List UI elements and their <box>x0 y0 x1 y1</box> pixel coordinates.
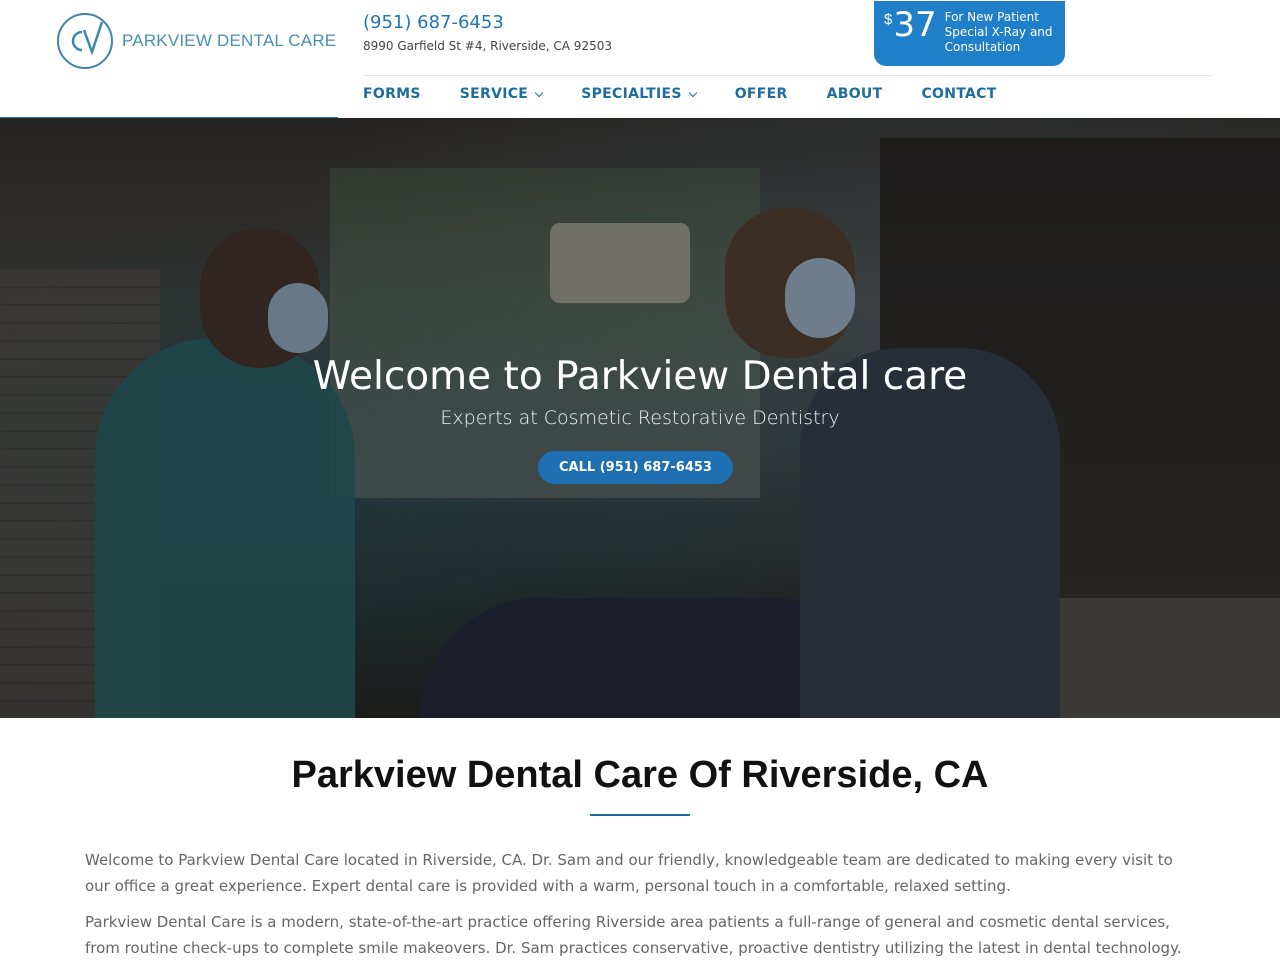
offer-text: For New Patient Special X-Ray and Consul… <box>945 10 1053 55</box>
main-nav: FORMS SERVICE SPECIALTIES OFFER ABOUT CO… <box>363 86 1036 102</box>
logo[interactable]: PARKVIEW DENTAL CARE <box>56 12 336 70</box>
site-header: PARKVIEW DENTAL CARE (951) 687-6453 8990… <box>0 0 1280 122</box>
offer-price: $ 37 <box>884 7 937 43</box>
offer-currency: $ <box>884 11 893 28</box>
nav-item-label: OFFER <box>734 86 788 102</box>
section-title: Parkview Dental Care Of Riverside, CA <box>291 754 989 796</box>
address: 8990 Garfield St #4, Riverside, CA 92503 <box>363 39 612 53</box>
nav-divider <box>363 75 1211 76</box>
logo-mark-icon <box>57 13 113 69</box>
nav-item-label: SERVICE <box>459 86 529 102</box>
offer-line-3: Consultation <box>944 40 1021 54</box>
nav-item-label: ABOUT <box>826 86 883 102</box>
hero-title: Welcome to Parkview Dental care <box>312 354 968 399</box>
hero-subtitle: Experts at Cosmetic Restorative Dentistr… <box>440 407 840 429</box>
nav-item-forms[interactable]: FORMS <box>363 86 421 102</box>
nav-item-about[interactable]: ABOUT <box>827 86 883 102</box>
nav-item-service[interactable]: SERVICE <box>459 86 544 102</box>
nav-item-label: SPECIALTIES <box>581 86 682 102</box>
chevron-down-icon <box>688 88 697 97</box>
new-patient-offer-badge[interactable]: $ 37 For New Patient Special X-Ray and C… <box>874 1 1065 66</box>
call-button[interactable]: CALL (951) 687-6453 <box>538 451 733 484</box>
hero-content: Welcome to Parkview Dental care Experts … <box>0 118 1280 718</box>
title-underline <box>590 814 690 816</box>
intro-paragraph: Welcome to Parkview Dental Care located … <box>85 851 1173 895</box>
nav-item-label: CONTACT <box>921 86 997 102</box>
offer-line-2: Special X-Ray and <box>944 25 1053 39</box>
hero-banner: Welcome to Parkview Dental care Experts … <box>0 118 1280 718</box>
nav-item-contact[interactable]: CONTACT <box>921 86 996 102</box>
logo-text: PARKVIEW DENTAL CARE <box>122 31 337 50</box>
offer-amount: 37 <box>893 5 937 45</box>
offer-line-1: For New Patient <box>944 10 1039 24</box>
contact-block: (951) 687-6453 8990 Garfield St #4, Rive… <box>363 12 612 53</box>
phone-link[interactable]: (951) 687-6453 <box>363 12 612 33</box>
nav-item-offer[interactable]: OFFER <box>735 86 788 102</box>
nav-item-specialties[interactable]: SPECIALTIES <box>581 86 697 102</box>
chevron-down-icon <box>534 88 544 97</box>
services-paragraph: Parkview Dental Care is a modern, state-… <box>85 913 1182 957</box>
nav-item-label: FORMS <box>363 86 421 102</box>
